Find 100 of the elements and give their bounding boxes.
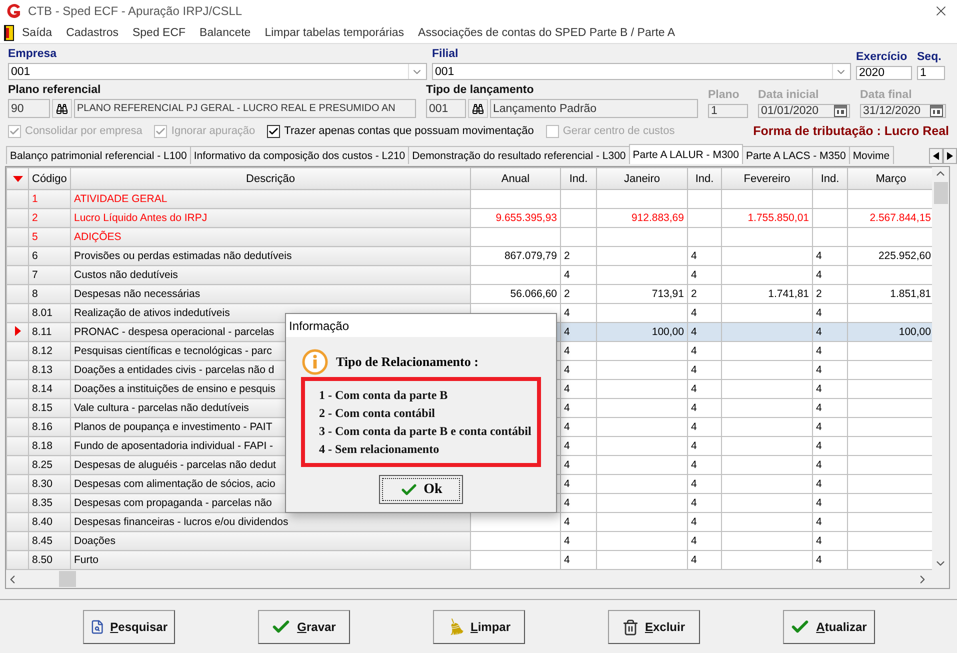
table-cell: Doações xyxy=(70,532,470,550)
column-header[interactable]: Ind. xyxy=(812,168,848,190)
table-cell: 2 xyxy=(688,284,722,304)
menu-item[interactable]: Saída xyxy=(4,24,52,40)
input-field[interactable]: PLANO REFERENCIAL PJ GERAL - LUCRO REAL E PRESUMIDO AN xyxy=(74,99,416,118)
table-cell: 4 xyxy=(560,532,596,550)
table-cell: 4 xyxy=(812,342,848,360)
column-header[interactable]: Descrição xyxy=(70,168,470,190)
column-header[interactable]: Anual xyxy=(470,168,560,190)
table-cell: 8.45 xyxy=(28,532,70,550)
table-cell: 8.13 xyxy=(28,360,70,380)
menu-item[interactable]: Associações de contas do SPED Parte B / Parte A xyxy=(418,26,676,38)
input-field[interactable]: 90 xyxy=(8,99,50,118)
table-cell: 4 xyxy=(812,380,848,398)
tab[interactable]: Parte A LALUR - M300 xyxy=(628,144,743,164)
scroll-left-button[interactable] xyxy=(929,148,943,164)
field-label: Seq. xyxy=(917,51,942,65)
table-cell: 4 xyxy=(560,380,596,398)
field-label: Plano referencial xyxy=(8,84,102,98)
table-cell: 4 xyxy=(560,360,596,380)
calendar-icon xyxy=(834,105,847,117)
table-cell: 4 xyxy=(560,304,596,322)
vertical-scrollbar[interactable] xyxy=(932,167,949,570)
table-cell: 4 xyxy=(812,512,848,532)
table-cell: 8.16 xyxy=(28,418,70,436)
field-label: Exercício xyxy=(856,51,908,65)
ok-button[interactable]: Ok xyxy=(379,475,463,504)
column-header[interactable]: Janeiro xyxy=(596,168,688,190)
table-cell: 4 xyxy=(688,494,722,512)
table-cell: 9.655.395,93 xyxy=(470,208,560,228)
table-cell: 1.741,81 xyxy=(722,284,812,304)
menu-item[interactable]: Cadastros xyxy=(66,26,118,38)
scrollbar-thumb[interactable] xyxy=(934,182,948,204)
table-cell: 4 xyxy=(560,342,596,360)
table-cell: 4 xyxy=(812,532,848,550)
column-header[interactable]: Março xyxy=(848,168,932,190)
action-button[interactable]: Atualizar xyxy=(782,610,874,644)
table-cell: 4 xyxy=(688,360,722,380)
table-cell: 225.952,60 xyxy=(848,246,932,266)
table-cell: 8.15 xyxy=(28,398,70,418)
action-button[interactable]: Gravar xyxy=(258,610,350,644)
table-cell xyxy=(688,228,722,246)
table-cell: 4 xyxy=(812,266,848,284)
table-cell: ADIÇÕES xyxy=(70,228,470,246)
table-cell: 8 xyxy=(28,284,70,304)
checkbox-option[interactable]: Trazer apenas contas que possuam movimentação xyxy=(267,124,534,138)
tab[interactable]: Informativo da composição dos custos - L210 xyxy=(190,146,410,164)
input-field[interactable]: 2020 xyxy=(856,66,912,80)
table-cell: 100,00 xyxy=(848,322,932,342)
field-label: Data final xyxy=(860,89,913,103)
table-cell xyxy=(812,208,848,228)
table-cell: 4 xyxy=(688,532,722,550)
input-field[interactable]: Lançamento Padrão xyxy=(490,99,698,118)
table-cell xyxy=(812,228,848,246)
horizontal-scrollbar[interactable] xyxy=(6,570,949,588)
sort-down-icon xyxy=(12,176,22,182)
table-cell xyxy=(560,208,596,228)
menu-item[interactable]: Balancete xyxy=(200,26,251,38)
company-dropdown[interactable]: 001 xyxy=(8,63,427,80)
input-field[interactable]: 1 xyxy=(917,66,945,80)
tab[interactable]: Demonstração do resultado referencial - L300 xyxy=(408,146,630,164)
menu-item[interactable]: Limpar tabelas temporárias xyxy=(264,26,404,38)
table-cell: 5 xyxy=(28,228,70,246)
table-cell: 4 xyxy=(688,304,722,322)
column-header[interactable]: Ind. xyxy=(688,168,722,190)
table-cell: 4 xyxy=(812,456,848,474)
table-cell: 4 xyxy=(812,304,848,322)
tax-regime-label: Forma de tributação : Lucro Real xyxy=(753,124,949,138)
table-cell: 4 xyxy=(812,494,848,512)
table-cell: 8.35 xyxy=(28,494,70,512)
table-cell: 8.50 xyxy=(28,550,70,570)
lookup-button[interactable] xyxy=(52,99,72,118)
action-button[interactable]: Pesquisar xyxy=(82,610,174,644)
field-label: Empresa xyxy=(8,48,58,62)
right-triangle-icon xyxy=(947,152,953,160)
table-cell: 4 xyxy=(560,512,596,532)
table-cell: 8.12 xyxy=(28,342,70,360)
column-header[interactable]: Fevereiro xyxy=(722,168,812,190)
scrollbar-thumb[interactable] xyxy=(59,571,76,587)
column-header[interactable]: Ind. xyxy=(560,168,596,190)
table-cell: 8.30 xyxy=(28,474,70,494)
action-button[interactable]: Excluir xyxy=(608,610,700,644)
table-cell: 8.18 xyxy=(28,436,70,456)
menu-item[interactable]: Sped ECF xyxy=(132,26,186,38)
table-cell: Despesas financeiras - lucros e/ou dividendos xyxy=(70,512,470,532)
lookup-button[interactable] xyxy=(468,99,488,118)
door-icon xyxy=(4,24,14,40)
table-cell: 4 xyxy=(812,550,848,570)
action-button[interactable]: Limpar xyxy=(432,610,524,644)
scroll-right-button[interactable] xyxy=(943,148,957,164)
tab[interactable]: Balanço patrimonial referencial - L100 xyxy=(6,146,191,164)
table-cell: 4 xyxy=(560,474,596,494)
checkbox[interactable] xyxy=(267,124,280,138)
tab[interactable]: Movime xyxy=(848,146,894,164)
table-cell: 2 xyxy=(560,284,596,304)
input-field[interactable]: 001 xyxy=(426,99,466,118)
table-cell: 2 xyxy=(28,208,70,228)
column-header[interactable]: Código xyxy=(28,168,70,190)
table-cell: 8.01 xyxy=(28,304,70,322)
branch-dropdown[interactable]: 001 xyxy=(432,63,851,80)
